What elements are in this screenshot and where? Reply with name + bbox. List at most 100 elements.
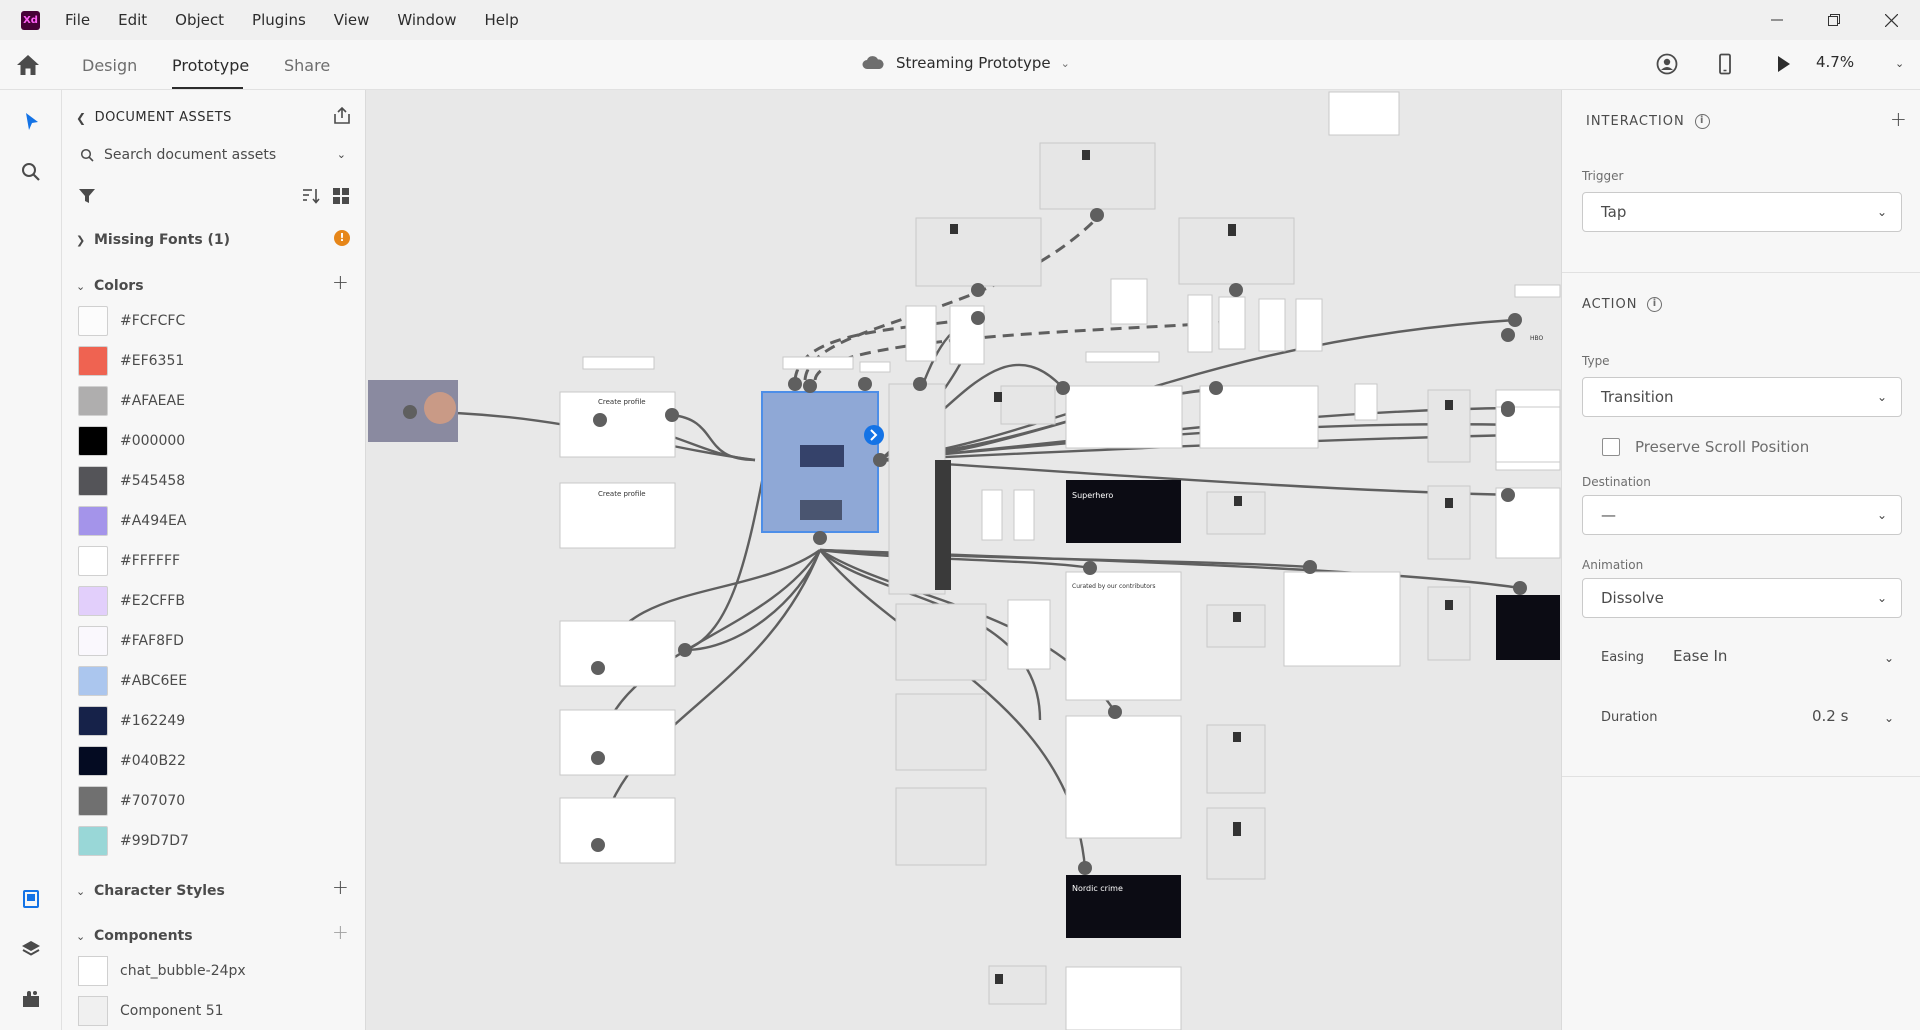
chevron-down-icon[interactable]: ⌄ <box>1884 651 1894 665</box>
sort-icon[interactable] <box>302 188 320 204</box>
canvas[interactable]: Superhero Nordic crime Create profile Cr… <box>366 90 1561 1030</box>
menu-view[interactable]: View <box>334 11 370 29</box>
color-swatch[interactable] <box>78 666 108 696</box>
color-swatch[interactable] <box>78 506 108 536</box>
active-tab-indicator <box>172 87 243 89</box>
color-swatch[interactable] <box>78 346 108 376</box>
color-swatch-item[interactable]: #ABC6EE <box>78 666 187 696</box>
color-swatch[interactable] <box>78 386 108 416</box>
prototype-inspector: INTERACTION i + Trigger Tap ⌄ ACTION i T… <box>1561 90 1920 1030</box>
duration-label: Duration <box>1601 710 1658 725</box>
add-character-style-button[interactable]: + <box>332 875 349 899</box>
color-swatch[interactable] <box>78 746 108 776</box>
destination-select[interactable]: — ⌄ <box>1582 495 1902 535</box>
component-item[interactable]: chat_bubble-24px <box>78 956 246 986</box>
interaction-title: INTERACTION i <box>1586 114 1710 129</box>
assets-header[interactable]: ❮ DOCUMENT ASSETS <box>76 110 232 125</box>
color-swatch[interactable] <box>78 426 108 456</box>
play-icon[interactable] <box>1772 53 1794 75</box>
preserve-scroll-checkbox[interactable] <box>1602 438 1620 456</box>
assets-panel-icon[interactable] <box>19 887 43 911</box>
color-swatch-item[interactable]: #040B22 <box>78 746 186 776</box>
component-item[interactable]: Component 51 <box>78 996 224 1026</box>
select-tool-icon[interactable] <box>19 110 43 134</box>
type-select[interactable]: Transition ⌄ <box>1582 377 1902 417</box>
superhero-label: Superhero <box>1072 491 1113 500</box>
color-swatch[interactable] <box>78 466 108 496</box>
document-title[interactable]: Streaming Prototype ⌄ <box>862 54 1070 72</box>
duration-select[interactable]: 0.2 s <box>1812 707 1848 725</box>
color-swatch[interactable] <box>78 786 108 816</box>
color-swatch[interactable] <box>78 826 108 856</box>
menu-edit[interactable]: Edit <box>118 11 147 29</box>
invite-user-icon[interactable] <box>1656 53 1678 75</box>
close-button[interactable] <box>1868 0 1914 40</box>
chevron-down-icon: ⌄ <box>1876 508 1887 522</box>
cloud-icon <box>862 56 884 69</box>
chevron-left-icon[interactable]: ❮ <box>76 111 87 125</box>
color-swatch[interactable] <box>78 706 108 736</box>
color-swatch-item[interactable]: #A494EA <box>78 506 186 536</box>
color-swatch-item[interactable]: #FAF8FD <box>78 626 184 656</box>
menu-window[interactable]: Window <box>397 11 456 29</box>
prototype-canvas[interactable]: Superhero Nordic crime Create profile Cr… <box>366 90 1561 1030</box>
minimize-button[interactable] <box>1754 0 1800 40</box>
component-thumbnail <box>78 956 108 986</box>
grid-view-icon[interactable] <box>333 188 349 204</box>
add-component-button[interactable]: + <box>332 920 349 944</box>
add-color-button[interactable]: + <box>332 270 349 294</box>
color-swatch[interactable] <box>78 306 108 336</box>
missing-fonts-section[interactable]: ❯ Missing Fonts (1) <box>76 232 230 248</box>
character-styles-title: Character Styles <box>94 883 225 899</box>
plugins-icon[interactable] <box>19 987 43 1011</box>
trigger-select[interactable]: Tap ⌄ <box>1582 192 1902 232</box>
create-profile-label: Create profile <box>598 490 646 498</box>
color-swatch-item[interactable]: #FCFCFC <box>78 306 185 336</box>
info-icon[interactable]: i <box>1647 297 1663 312</box>
zoom-chevron-icon[interactable]: ⌄ <box>1895 57 1904 70</box>
tab-design[interactable]: Design <box>82 56 137 75</box>
home-icon[interactable] <box>16 54 40 76</box>
color-swatch-item[interactable]: #162249 <box>78 706 185 736</box>
chevron-down-icon[interactable]: ⌄ <box>337 148 346 161</box>
zoom-tool-icon[interactable] <box>19 160 43 184</box>
color-swatch-item[interactable]: #FFFFFF <box>78 546 180 576</box>
info-icon[interactable]: i <box>1694 114 1710 129</box>
wire-handle[interactable] <box>864 425 884 445</box>
device-preview-icon[interactable] <box>1714 53 1736 75</box>
color-swatch[interactable] <box>78 626 108 656</box>
color-swatch-item[interactable]: #AFAEAE <box>78 386 185 416</box>
color-swatch-item[interactable]: #E2CFFB <box>78 586 185 616</box>
chevron-down-icon: ⌄ <box>76 929 86 943</box>
menu-file[interactable]: File <box>65 11 90 29</box>
add-interaction-button[interactable]: + <box>1890 107 1907 131</box>
zoom-level[interactable]: 4.7% <box>1816 53 1854 71</box>
color-swatch-item[interactable]: #000000 <box>78 426 185 456</box>
menu-plugins[interactable]: Plugins <box>252 11 306 29</box>
easing-select[interactable]: Ease In <box>1673 647 1727 665</box>
color-swatch-item[interactable]: #EF6351 <box>78 346 184 376</box>
tab-prototype[interactable]: Prototype <box>172 56 249 75</box>
share-assets-icon[interactable] <box>332 106 352 126</box>
chevron-down-icon[interactable]: ⌄ <box>1884 711 1894 725</box>
restore-button[interactable] <box>1811 0 1857 40</box>
tab-share[interactable]: Share <box>284 56 330 75</box>
animation-label: Animation <box>1582 558 1644 572</box>
color-swatch-item[interactable]: #707070 <box>78 786 185 816</box>
type-label: Type <box>1582 354 1610 368</box>
character-styles-section[interactable]: ⌄ Character Styles <box>76 883 225 899</box>
animation-select[interactable]: Dissolve ⌄ <box>1582 578 1902 618</box>
search-input[interactable]: Search document assets ⌄ <box>74 140 354 170</box>
layers-icon[interactable] <box>19 937 43 961</box>
divider <box>1562 272 1920 273</box>
color-swatch[interactable] <box>78 546 108 576</box>
components-section[interactable]: ⌄ Components <box>76 928 193 944</box>
menu-object[interactable]: Object <box>175 11 224 29</box>
menu-help[interactable]: Help <box>485 11 519 29</box>
color-swatch-item[interactable]: #545458 <box>78 466 185 496</box>
color-swatch[interactable] <box>78 586 108 616</box>
color-label: #545458 <box>120 473 186 489</box>
colors-section[interactable]: ⌄ Colors <box>76 278 144 294</box>
color-swatch-item[interactable]: #99D7D7 <box>78 826 189 856</box>
filter-icon[interactable] <box>78 188 96 204</box>
